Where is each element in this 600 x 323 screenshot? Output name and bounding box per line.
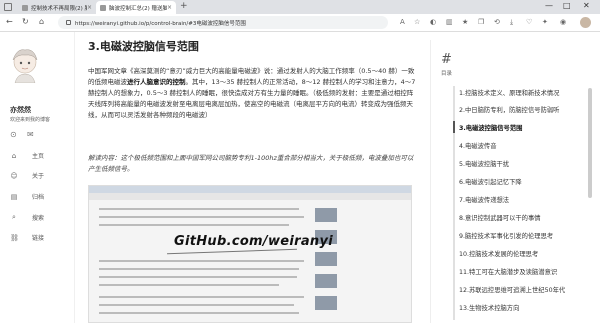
image-address-bar [89, 193, 411, 200]
image-text-line [99, 260, 304, 262]
window-icon[interactable] [4, 3, 12, 11]
image-side-column [315, 208, 410, 318]
browser-window: 控制技术不再局限(2) 脑波控制的机... × 脑波控制汇总(2) 赠送脑波识别… [0, 0, 600, 323]
close-tab-icon[interactable]: × [167, 4, 172, 11]
image-text-line [99, 268, 299, 270]
image-text-line [99, 276, 297, 278]
toc-item[interactable]: 5.电磁波控脑干扰 [459, 159, 509, 168]
toc-item[interactable]: 13.生物技术控脑方向 [459, 303, 519, 312]
tab-favicon [22, 4, 28, 11]
tab-1[interactable]: 控制技术不再局限(2) 脑波控制的机... × [18, 1, 96, 14]
close-tab-icon[interactable]: × [87, 4, 92, 11]
article-content: 3.电磁波控脑信号范围 中国军网文章《高深莫测的“意刃”威力巨大的高能量电磁波》… [75, 32, 424, 323]
image-thumbnail [315, 208, 337, 222]
collections-icon[interactable]: ❐ [478, 18, 484, 26]
profile-avatar[interactable] [580, 17, 591, 28]
extension-icon[interactable]: ◐ [430, 18, 436, 26]
toc-item[interactable]: 7.电磁波传递想法 [459, 195, 509, 204]
toc-item[interactable]: 8.意识控制武器可以干的事情 [459, 213, 541, 222]
favorite-icon[interactable]: ☆ [414, 18, 420, 26]
image-text-line [99, 312, 299, 314]
toc-active-indicator [453, 121, 455, 133]
image-text-line [99, 304, 294, 306]
toc-item[interactable]: 4.电磁波传音 [459, 141, 497, 150]
copilot-icon[interactable]: ◉ [560, 18, 566, 26]
toc-item[interactable]: 10.控脑技术发展的伦理思考 [459, 249, 538, 258]
author-avatar[interactable] [9, 47, 41, 83]
extensions-icon[interactable]: ✦ [542, 18, 548, 26]
minimize-button[interactable]: — [545, 1, 553, 10]
tab-2[interactable]: 脑波控制汇总(2) 赠送脑波识别控... × [96, 1, 176, 14]
tab-bar: 控制技术不再局限(2) 脑波控制的机... × 脑波控制汇总(2) 赠送脑波识别… [0, 0, 600, 14]
hash-icon: # [441, 52, 452, 67]
tab-2-label: 脑波控制汇总(2) 赠送脑波识别控... [109, 5, 167, 12]
menu-label: 关于 [32, 173, 45, 180]
menu-label: 归档 [32, 194, 45, 201]
author-name: 亦然然 [10, 106, 31, 114]
toc-item[interactable]: 9.脑控技术军事化引发的伦理思考 [459, 231, 553, 240]
menu-item-about[interactable]: ☺ 关于 [10, 171, 45, 181]
toc-item[interactable]: 2.中日脑防专利，防脑控信号防弱听 [459, 105, 559, 114]
tab-favicon [100, 4, 106, 11]
search-icon: ⌕ [12, 213, 16, 221]
maximize-button[interactable]: □ [563, 1, 571, 10]
article-note: 解读内容：这个极低频范围和上面中国军网公司脑势专利1-100hz重合部分相当大，… [88, 154, 414, 173]
toc-item[interactable]: 6.电磁波引起记忆下降 [459, 177, 522, 186]
menu-item-archive[interactable]: ▤ 归档 [10, 192, 45, 202]
image-text-line [99, 284, 279, 286]
toc-scrollbar[interactable] [588, 88, 592, 198]
tab-1-label: 控制技术不再局限(2) 脑波控制的机... [31, 5, 87, 12]
image-thumbnail [315, 274, 337, 288]
address-bar: ← ↻ ⌂ https://weiranyi.github.io/p/contr… [0, 14, 600, 32]
section-heading: 3.电磁波控脑信号范围 [88, 40, 199, 53]
lock-icon [66, 20, 71, 25]
bold-text: 进行人脑意识的控制 [127, 78, 186, 86]
url-field[interactable]: https://weiranyi.github.io/p/control-bra… [58, 16, 388, 29]
toc-item[interactable]: 12.苏联远控思维可追溯上世纪50年代 [459, 285, 565, 294]
github-icon[interactable]: ⊙ [10, 130, 17, 139]
toc-item-active[interactable]: 3.电磁波控脑信号范围 [459, 123, 522, 132]
history-icon[interactable]: ⟲ [494, 18, 500, 26]
image-tab-strip [89, 186, 411, 193]
read-aloud-icon[interactable]: A [400, 18, 405, 26]
article-screenshot-image: GitHub.com/weiranyi [88, 185, 412, 323]
browser-essentials-icon[interactable]: ♡ [526, 18, 532, 26]
table-of-contents: # 目录 1.控脑技术定义、原理和新技术情况 2.中日脑防专利，防脑控信号防弱听… [430, 40, 594, 323]
menu-label: 链接 [32, 235, 45, 242]
menu-item-search[interactable]: ⌕ 搜索 [10, 213, 44, 222]
menu-label: 主页 [32, 153, 45, 160]
home-icon: ⌂ [11, 151, 17, 160]
menu-item-links[interactable]: ⛓ 链接 [10, 233, 45, 243]
toc-item[interactable]: 1.控脑技术定义、原理和新技术情况 [459, 88, 559, 97]
close-window-button[interactable]: ✕ [583, 1, 590, 10]
new-tab-button[interactable]: + [180, 1, 188, 11]
image-text-line [99, 224, 289, 226]
home-icon[interactable]: ⌂ [39, 17, 44, 26]
image-text-line [99, 296, 304, 298]
menu-item-home[interactable]: ⌂ 主页 [10, 151, 45, 161]
user-icon: ☺ [10, 171, 18, 180]
watermark-text: GitHub.com/weiranyi [174, 234, 334, 249]
image-text-line [99, 216, 304, 218]
url-text: https://weiranyi.github.io/p/control-bra… [75, 20, 246, 27]
split-screen-icon[interactable]: ▥ [446, 18, 453, 26]
left-sidebar: 亦然然 欢迎来到我的博客 ⊙ ✉ ⌂ 主页 ☺ 关于 ▤ 归档 ⌕ 搜索 ⛓ 链… [0, 32, 75, 323]
image-text-line [99, 208, 299, 210]
archive-icon: ▤ [10, 192, 18, 201]
article-paragraph: 中国军网文章《高深莫测的“意刃”威力巨大的高能量电磁波》说：通过发射人的大脑工作… [88, 66, 416, 121]
back-icon[interactable]: ← [6, 17, 13, 26]
toc-title: 目录 [441, 71, 453, 77]
mail-icon[interactable]: ✉ [27, 130, 34, 139]
link-icon: ⛓ [10, 233, 19, 242]
toc-item[interactable]: 11.特工可在大脑潜步及读脑潜意识 [459, 267, 557, 276]
watermark-underline [167, 248, 297, 255]
image-thumbnail [315, 296, 337, 310]
author-bio: 欢迎来到我的博客 [10, 117, 51, 123]
reload-icon[interactable]: ↻ [22, 17, 29, 26]
image-thumbnail [315, 252, 337, 266]
downloads-icon[interactable]: ⤓ [510, 18, 513, 27]
favorites-bar-icon[interactable]: ★ [462, 18, 468, 26]
menu-label: 搜索 [32, 215, 45, 222]
